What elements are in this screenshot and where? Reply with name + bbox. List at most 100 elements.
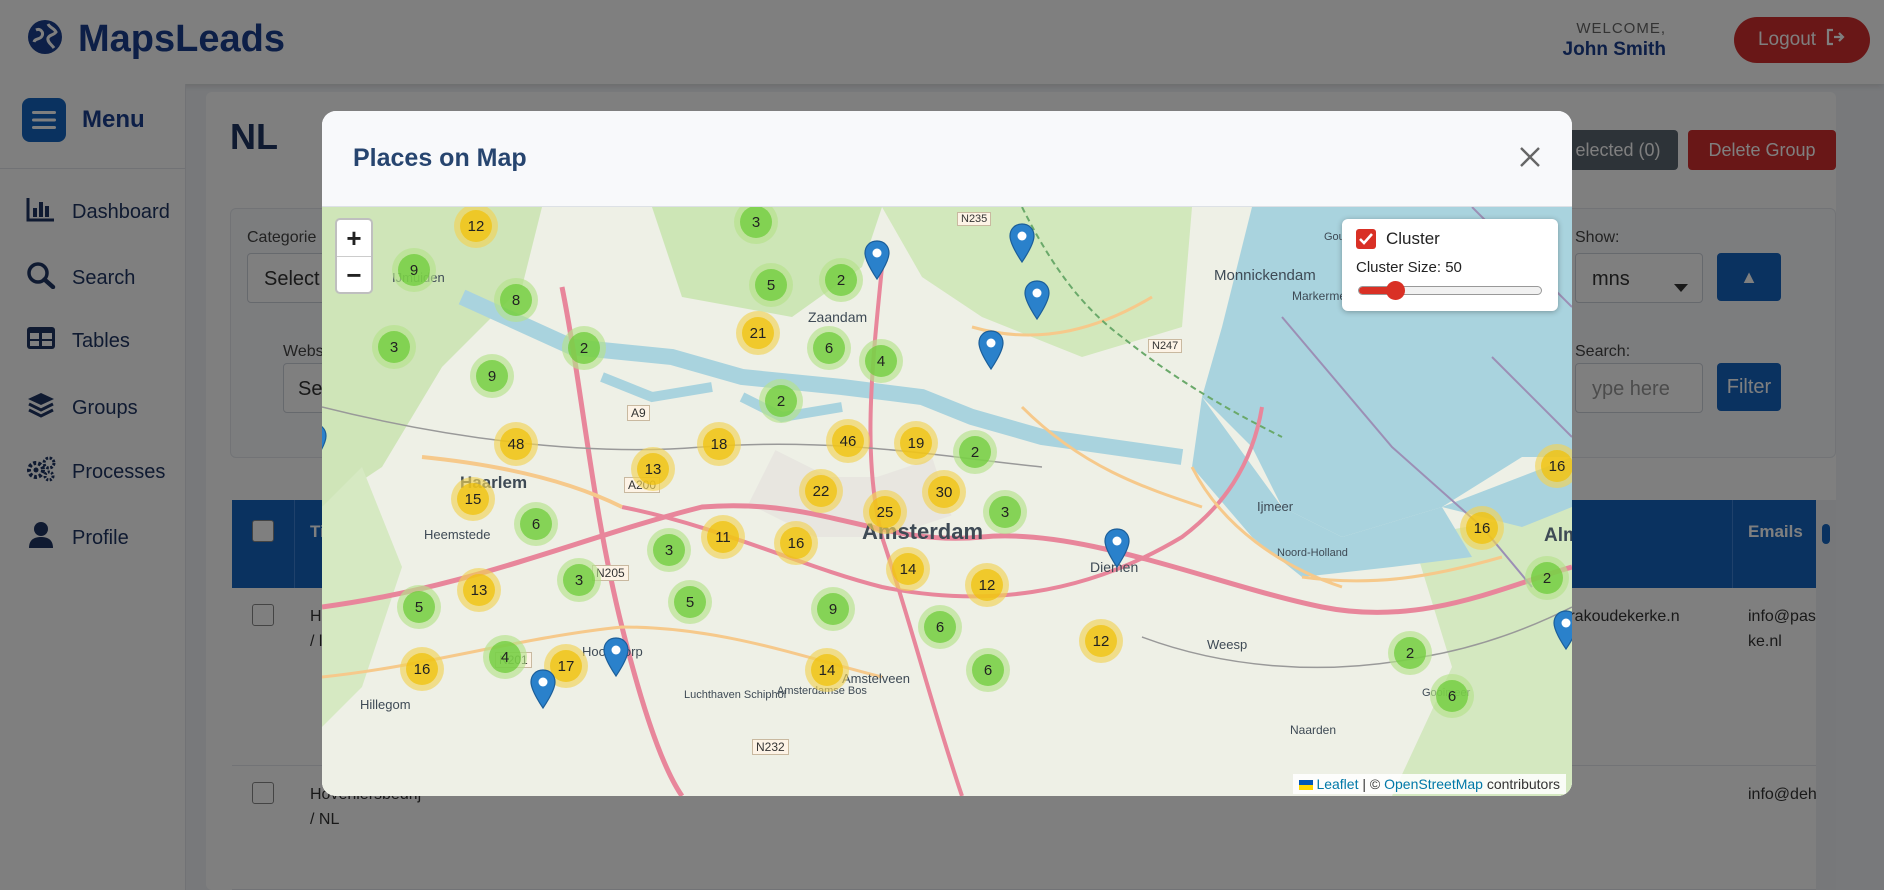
map-cluster-marker[interactable]: 30 [922,470,966,514]
map-cluster-marker[interactable]: 3 [647,528,691,572]
osm-link[interactable]: OpenStreetMap [1384,776,1483,792]
cluster-count: 15 [457,483,489,515]
cluster-count: 21 [742,317,774,349]
map-cluster-marker[interactable]: 3 [372,325,416,369]
map-cluster-marker[interactable]: 16 [774,521,818,565]
cluster-count: 9 [398,254,430,286]
map-cluster-marker[interactable]: 2 [759,379,803,423]
map-cluster-marker[interactable]: 25 [863,490,907,534]
cluster-count: 46 [832,425,864,457]
map-cluster-marker[interactable]: 2 [562,326,606,370]
zoom-control: + − [335,218,373,294]
map-cluster-marker[interactable]: 19 [894,421,938,465]
map-cluster-marker[interactable]: 12 [1079,619,1123,663]
cluster-control-panel: Cluster Cluster Size: 50 [1342,219,1558,311]
map-cluster-marker[interactable]: 18 [697,422,741,466]
map-place-label: Luchthaven Schiphol [684,689,787,701]
map-pin-icon[interactable] [603,637,629,678]
map-cluster-marker[interactable]: 6 [1430,674,1474,718]
attribution-suffix: contributors [1482,776,1560,792]
map-cluster-marker[interactable]: 9 [470,354,514,398]
map-cluster-marker[interactable]: 3 [983,490,1027,534]
cluster-count: 6 [1436,680,1468,712]
map-place-label: N247 [1148,339,1183,353]
cluster-count: 4 [865,345,897,377]
map-cluster-marker[interactable]: 12 [965,563,1009,607]
map-cluster-marker[interactable]: 2 [953,430,997,474]
map-pin-icon[interactable] [864,240,890,281]
map-pin-icon[interactable] [1009,223,1035,264]
map-place-label: Hillegom [360,697,411,712]
modal-header: Places on Map [322,111,1572,207]
map-cluster-marker[interactable]: 8 [494,278,538,322]
map-cluster-marker[interactable]: 46 [826,419,870,463]
map-pin-icon[interactable] [1104,528,1130,569]
map-cluster-marker[interactable]: 2 [1525,556,1569,600]
map-place-label: Naarden [1290,723,1337,737]
cluster-count: 8 [500,284,532,316]
map-cluster-marker[interactable]: 13 [457,568,501,612]
map-cluster-marker[interactable]: 4 [483,635,527,679]
cluster-label: Cluster [1386,229,1440,248]
map-cluster-marker[interactable]: 9 [811,587,855,631]
cluster-count: 16 [406,653,438,685]
map-cluster-marker[interactable]: 2 [819,258,863,302]
map-cluster-marker[interactable]: 22 [799,469,843,513]
map-place-label: Amstelveen [842,671,910,686]
map-view[interactable]: AmsterdamHaarlemHeemstedeZaandamAlmereDi… [322,207,1572,796]
map-cluster-marker[interactable]: 15 [451,477,495,521]
ukraine-flag-icon [1298,780,1313,790]
cluster-count: 2 [959,436,991,468]
map-cluster-marker[interactable]: 4 [859,339,903,383]
map-cluster-marker[interactable]: 11 [701,515,745,559]
cluster-checkbox[interactable] [1356,229,1376,249]
map-place-label: Almere [1544,525,1572,546]
map-cluster-marker[interactable]: 14 [886,547,930,591]
map-place-label: Monnickendam [1214,267,1316,284]
close-icon[interactable] [1510,137,1550,177]
map-cluster-marker[interactable]: 14 [805,648,849,692]
cluster-count: 5 [755,269,787,301]
map-cluster-marker[interactable]: 16 [1535,444,1572,488]
map-place-label: Heemstede [424,527,491,542]
zoom-out-button[interactable]: − [337,257,371,293]
slider-thumb[interactable] [1385,281,1405,300]
cluster-count: 6 [924,611,956,643]
map-cluster-marker[interactable]: 9 [392,248,436,292]
map-cluster-marker[interactable]: 5 [668,580,712,624]
map-cluster-marker[interactable]: 16 [1460,506,1504,550]
cluster-count: 18 [703,428,735,460]
cluster-count: 2 [1394,637,1426,669]
map-pin-icon[interactable] [322,423,327,463]
cluster-count: 2 [1531,562,1563,594]
cluster-count: 16 [1541,450,1572,482]
cluster-count: 14 [892,553,924,585]
cluster-count: 3 [378,331,410,363]
cluster-size-label: Cluster Size: 50 [1356,259,1462,276]
map-cluster-marker[interactable]: 5 [749,263,793,307]
cluster-count: 48 [500,428,532,460]
cluster-count: 2 [765,385,797,417]
places-map-modal: Places on Map Amsterdam Haarlem Heemsted… [322,111,1572,796]
map-pin-icon[interactable] [978,330,1004,371]
map-pin-icon[interactable] [530,669,556,710]
map-place-label: Noord-Holland [1277,547,1348,559]
cluster-count: 6 [520,508,552,540]
map-cluster-marker[interactable]: 6 [966,648,1010,692]
map-cluster-marker[interactable]: 5 [397,585,441,629]
map-cluster-marker[interactable]: 48 [494,422,538,466]
map-cluster-marker[interactable]: 3 [557,558,601,602]
map-pin-icon[interactable] [1024,280,1050,321]
map-cluster-marker[interactable]: 13 [631,447,675,491]
map-cluster-marker[interactable]: 21 [736,311,780,355]
map-cluster-marker[interactable]: 6 [918,605,962,649]
map-pin-icon[interactable] [1553,610,1572,651]
map-cluster-marker[interactable]: 2 [1388,631,1432,675]
cluster-count: 11 [707,521,739,553]
map-cluster-marker[interactable]: 16 [400,647,444,691]
zoom-in-button[interactable]: + [337,220,371,256]
map-cluster-marker[interactable]: 6 [514,502,558,546]
map-cluster-marker[interactable]: 6 [807,326,851,370]
map-place-label: Weesp [1207,637,1248,652]
leaflet-link[interactable]: Leaflet [1316,776,1358,792]
